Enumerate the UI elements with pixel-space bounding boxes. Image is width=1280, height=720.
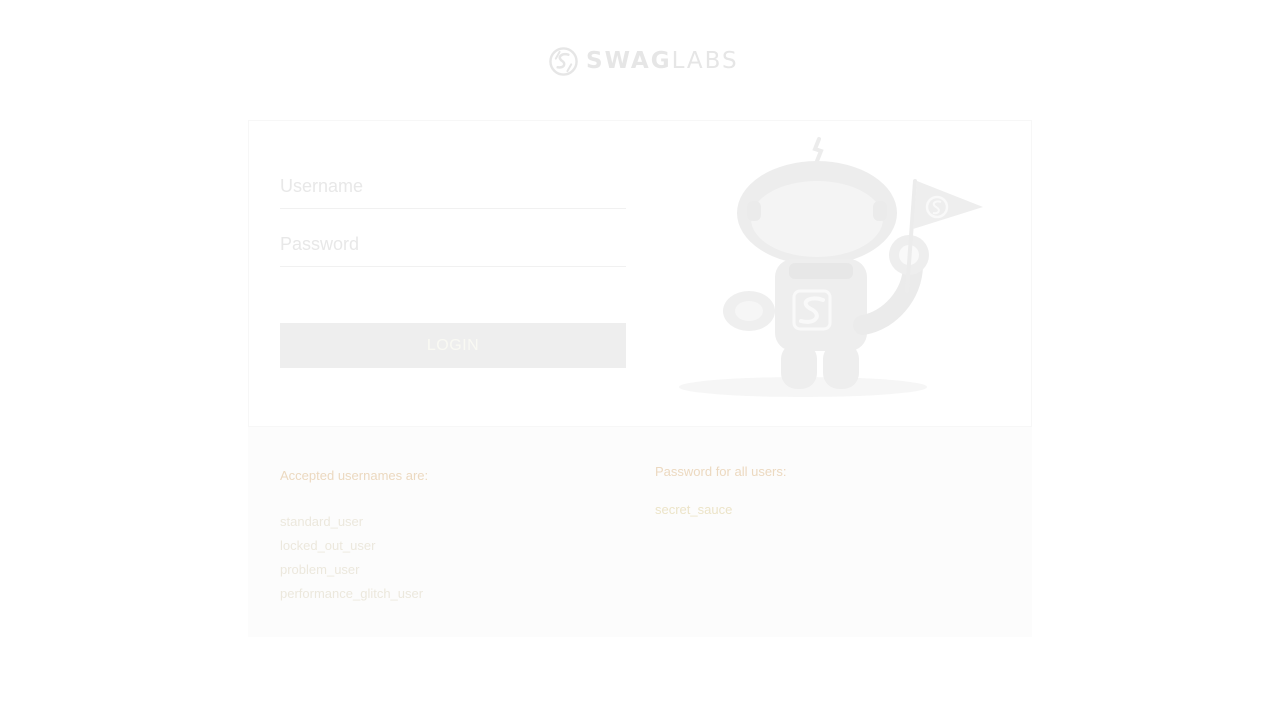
login-button[interactable]: LOGIN [280, 323, 626, 368]
login-card: LOGIN [248, 120, 1032, 427]
logo-text: SWAGLABS [586, 44, 739, 78]
credentials-panel: Accepted usernames are: standard_user lo… [248, 427, 1032, 637]
username-list-item: performance_glitch_user [280, 586, 424, 601]
shared-password: secret_sauce [655, 502, 733, 517]
robot-mascot-illustration [679, 137, 983, 397]
logo-text-bold: SWAG [586, 48, 672, 74]
login-page: SWAGLABS LOGIN [0, 0, 1280, 720]
username-list-item: standard_user [280, 514, 364, 529]
username-input[interactable] [280, 165, 626, 209]
password-input[interactable] [280, 223, 626, 267]
password-section: Password for all users: secret_sauce [655, 464, 787, 522]
username-list-item: problem_user [280, 562, 360, 577]
logo-text-light: LABS [671, 48, 739, 74]
password-heading: Password for all users: [655, 464, 787, 479]
swag-labs-logo: SWAGLABS [549, 44, 739, 78]
accepted-usernames-section: Accepted usernames are: standard_user lo… [280, 468, 428, 606]
usernames-heading: Accepted usernames are: [280, 468, 429, 483]
username-list-item: locked_out_user [280, 538, 376, 553]
swag-labs-logo-icon [549, 46, 578, 76]
